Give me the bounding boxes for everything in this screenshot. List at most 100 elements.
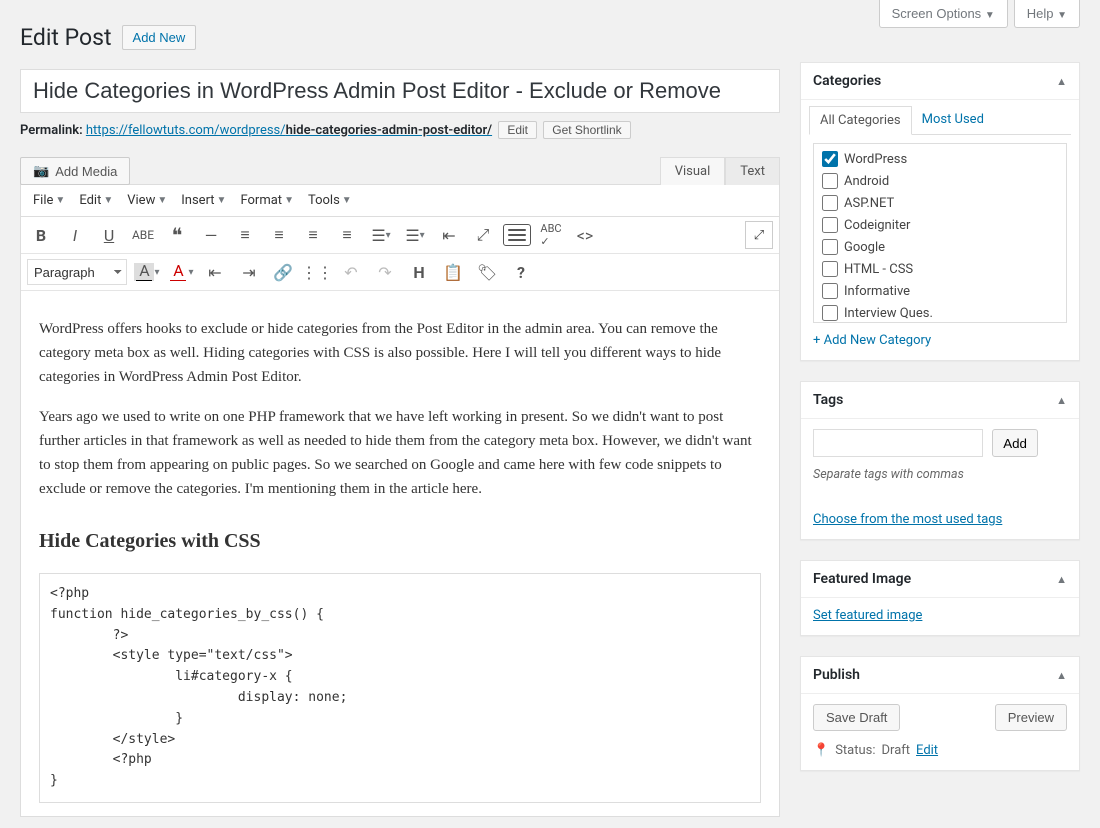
paste-icon[interactable]: 📋 xyxy=(439,258,467,286)
content-p1: WordPress offers hooks to exclude or hid… xyxy=(39,317,761,389)
indent-left-icon[interactable]: ⇤ xyxy=(201,258,229,286)
category-list[interactable]: WordPress Android ASP.NET Codeigniter Go… xyxy=(813,143,1067,323)
strike-icon[interactable]: ABE xyxy=(129,221,157,249)
italic-icon[interactable]: I xyxy=(61,221,89,249)
hr-icon[interactable]: ― xyxy=(197,221,225,249)
tag-hint: Separate tags with commas xyxy=(813,467,1067,482)
tab-text[interactable]: Text xyxy=(725,157,780,185)
help-button[interactable]: Help ▼ xyxy=(1014,0,1080,28)
content-h2: Hide Categories with CSS xyxy=(39,525,761,557)
set-featured-image-link[interactable]: Set featured image xyxy=(813,608,922,623)
spellcheck-icon[interactable]: ABC✓ xyxy=(537,221,565,249)
editor-content[interactable]: WordPress offers hooks to exclude or hid… xyxy=(21,291,779,816)
blockquote-icon[interactable]: ❝ xyxy=(163,221,191,249)
tab-all-categories[interactable]: All Categories xyxy=(809,106,912,135)
featured-image-box: Featured Image ▲ Set featured image xyxy=(800,560,1080,636)
preview-button[interactable]: Preview xyxy=(995,704,1067,731)
bullet-list-icon[interactable]: ☰▾ xyxy=(367,221,395,249)
page-title: Edit Post xyxy=(20,24,112,51)
choose-tags-link[interactable]: Choose from the most used tags xyxy=(813,512,1067,527)
tag-add-button[interactable]: Add xyxy=(992,429,1038,457)
status-value: Draft xyxy=(882,743,911,758)
publish-title: Publish xyxy=(813,667,860,683)
category-checkbox[interactable] xyxy=(822,173,838,189)
tags-box: Tags ▲ Add Separate tags with commas Cho… xyxy=(800,381,1080,540)
category-checkbox[interactable] xyxy=(822,305,838,321)
category-item[interactable]: Android xyxy=(816,170,1064,192)
tag-icon[interactable]: 🏷 xyxy=(473,258,501,286)
toggle-tags-icon[interactable]: ▲ xyxy=(1056,394,1067,407)
category-checkbox[interactable] xyxy=(822,283,838,299)
menu-file[interactable]: File ▼ xyxy=(27,189,71,212)
text-color-icon[interactable]: A▾ xyxy=(167,258,195,286)
status-edit-link[interactable]: Edit xyxy=(916,743,938,758)
tab-most-used[interactable]: Most Used xyxy=(912,106,994,135)
category-checkbox[interactable] xyxy=(822,261,838,277)
status-label: Status: xyxy=(835,743,875,758)
featured-image-title: Featured Image xyxy=(813,571,911,587)
category-checkbox[interactable] xyxy=(822,239,838,255)
editor: File ▼ Edit ▼ View ▼ Insert ▼ Format ▼ T… xyxy=(20,184,780,817)
category-item[interactable]: ASP.NET xyxy=(816,192,1064,214)
categories-box: Categories ▲ All Categories Most Used Wo… xyxy=(800,62,1080,361)
menu-insert[interactable]: Insert ▼ xyxy=(175,189,232,212)
underline-icon[interactable]: U xyxy=(95,221,123,249)
redo-icon[interactable]: ↷ xyxy=(371,258,399,286)
format-select[interactable]: Paragraph xyxy=(27,259,127,285)
toolbar-row-2: Paragraph A▾ A▾ ⇤ ⇥ 🔗 ⋮⋮ ↶ ↷ H 📋 🏷 ? xyxy=(21,254,779,291)
align-right-icon[interactable]: ≡ xyxy=(299,221,327,249)
category-item[interactable]: Informative xyxy=(816,280,1064,302)
number-list-icon[interactable]: ☰▾ xyxy=(401,221,429,249)
menu-edit[interactable]: Edit ▼ xyxy=(73,189,119,212)
outdent-icon[interactable]: ⇤ xyxy=(435,221,463,249)
content-p2: Years ago we used to write on one PHP fr… xyxy=(39,405,761,501)
keyboard-icon[interactable] xyxy=(503,221,531,249)
toggle-publish-icon[interactable]: ▲ xyxy=(1056,669,1067,682)
distraction-free-icon[interactable]: ⤢ xyxy=(745,221,773,249)
bold-icon[interactable]: B xyxy=(27,221,55,249)
menu-tools[interactable]: Tools ▼ xyxy=(302,189,358,212)
save-draft-button[interactable]: Save Draft xyxy=(813,704,900,731)
toolbar-row-1: B I U ABE ❝ ― ≡ ≡ ≡ ≡ ☰▾ ☰▾ ⇤ ⤢ ABC✓ <> … xyxy=(21,217,779,254)
editor-menubar: File ▼ Edit ▼ View ▼ Insert ▼ Format ▼ T… xyxy=(21,185,779,217)
post-title-input[interactable] xyxy=(20,69,780,113)
permalink-edit-button[interactable]: Edit xyxy=(498,121,537,139)
screen-options-button[interactable]: Screen Options ▼ xyxy=(879,0,1008,28)
align-justify-icon[interactable]: ≡ xyxy=(333,221,361,249)
tags-title: Tags xyxy=(813,392,843,408)
help-icon[interactable]: ? xyxy=(507,258,535,286)
link-icon[interactable]: 🔗 xyxy=(269,258,297,286)
category-item[interactable]: HTML - CSS xyxy=(816,258,1064,280)
add-media-button[interactable]: 📷 Add Media xyxy=(20,157,130,185)
category-checkbox[interactable] xyxy=(822,151,838,167)
get-shortlink-button[interactable]: Get Shortlink xyxy=(543,121,630,139)
category-item[interactable]: Google xyxy=(816,236,1064,258)
add-new-button[interactable]: Add New xyxy=(122,25,197,50)
toggle-categories-icon[interactable]: ▲ xyxy=(1056,75,1067,88)
category-item[interactable]: WordPress xyxy=(816,148,1064,170)
category-item[interactable]: Codeigniter xyxy=(816,214,1064,236)
tag-input[interactable] xyxy=(813,429,983,457)
find-icon[interactable]: H xyxy=(405,258,433,286)
category-item[interactable]: Interview Ques. xyxy=(816,302,1064,323)
menu-format[interactable]: Format ▼ xyxy=(234,189,300,212)
align-left-icon[interactable]: ≡ xyxy=(231,221,259,249)
menu-view[interactable]: View ▼ xyxy=(121,189,173,212)
content-code: <?php function hide_categories_by_css() … xyxy=(39,573,761,803)
pin-icon: 📍 xyxy=(813,743,829,758)
add-new-category-link[interactable]: + Add New Category xyxy=(813,333,1067,348)
indent-right-icon[interactable]: ⇥ xyxy=(235,258,263,286)
permalink-link[interactable]: https://fellowtuts.com/wordpress/hide-ca… xyxy=(86,123,492,138)
fullscreen-icon[interactable]: ⤢ xyxy=(469,221,497,249)
align-center-icon[interactable]: ≡ xyxy=(265,221,293,249)
unlink-icon[interactable]: ⋮⋮ xyxy=(303,258,331,286)
code-icon[interactable]: <> xyxy=(571,221,599,249)
category-checkbox[interactable] xyxy=(822,195,838,211)
publish-box: Publish ▲ Save Draft Preview 📍 Status: D… xyxy=(800,656,1080,771)
toggle-featured-image-icon[interactable]: ▲ xyxy=(1056,573,1067,586)
camera-icon: 📷 xyxy=(33,163,49,179)
tab-visual[interactable]: Visual xyxy=(660,157,726,185)
undo-icon[interactable]: ↶ xyxy=(337,258,365,286)
bg-color-icon[interactable]: A▾ xyxy=(133,258,161,286)
category-checkbox[interactable] xyxy=(822,217,838,233)
